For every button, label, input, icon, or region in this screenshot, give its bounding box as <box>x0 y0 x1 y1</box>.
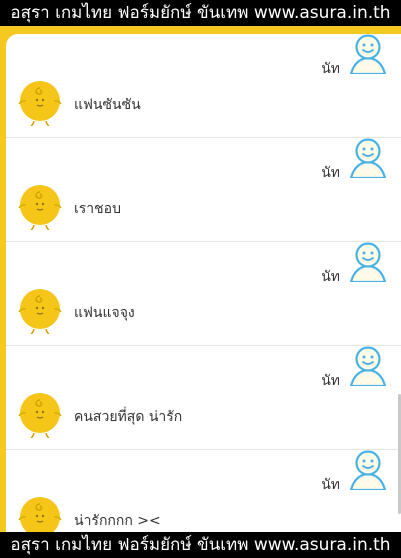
user-name: นัท <box>321 61 340 77</box>
bot-avatar-icon <box>18 81 62 126</box>
chat-panel[interactable]: นัท แฟนซันซัน นัท เราชอบ นัท แฟนแจจุง นั… <box>6 34 401 532</box>
reply-text: แฟนแจจุง <box>74 305 135 321</box>
user-name: นัท <box>321 373 340 389</box>
bot-avatar-icon <box>18 393 62 438</box>
conversation-item: นัท แฟนแจจุง <box>6 242 401 346</box>
user-name: นัท <box>321 477 340 493</box>
reply-text: น่ารักกกก >< <box>74 513 161 529</box>
conversation-item: นัท น่ารักกกก >< <box>6 450 401 532</box>
user-avatar-icon <box>349 138 387 178</box>
reply-text: คนสวยที่สุด น่ารัก <box>74 409 183 425</box>
bot-avatar-icon <box>18 289 62 334</box>
user-avatar-icon <box>349 34 387 74</box>
chat-frame: นัท แฟนซันซัน นัท เราชอบ นัท แฟนแจจุง นั… <box>0 26 401 532</box>
conversation-item: นัท แฟนซันซัน <box>6 34 401 138</box>
reply-text: แฟนซันซัน <box>74 97 141 113</box>
conversation-item: นัท เราชอบ <box>6 138 401 242</box>
user-avatar-icon <box>349 242 387 282</box>
user-avatar-icon <box>349 450 387 490</box>
watermark-banner-bottom: อสุรา เกมไทย ฟอร์มยักษ์ ขันเทพ www.asura… <box>0 532 401 558</box>
user-name: นัท <box>321 165 340 181</box>
user-name: นัท <box>321 269 340 285</box>
bot-avatar-icon <box>18 185 62 230</box>
user-avatar-icon <box>349 346 387 386</box>
conversation-item: นัท คนสวยที่สุด น่ารัก <box>6 346 401 450</box>
bot-avatar-icon <box>18 497 62 532</box>
watermark-banner-top: อสุรา เกมไทย ฟอร์มยักษ์ ขันเทพ www.asura… <box>0 0 401 26</box>
reply-text: เราชอบ <box>74 201 121 217</box>
